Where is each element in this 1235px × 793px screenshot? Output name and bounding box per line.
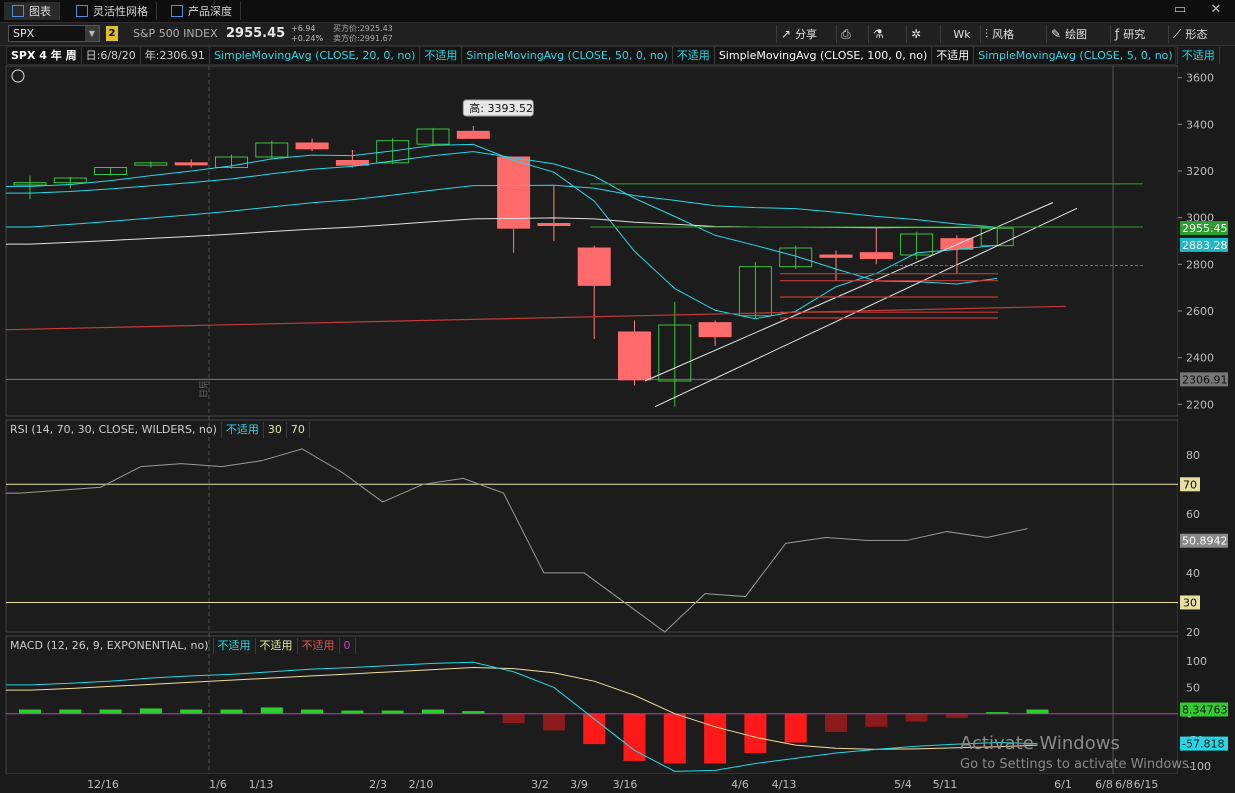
macd-histogram-bar — [301, 709, 324, 714]
macd-value-flag-2-text: -57.818 — [1182, 738, 1224, 751]
rsi-tick-label: 40 — [1186, 567, 1200, 580]
candle-body — [940, 238, 974, 250]
date-label: 6/8 — [1095, 778, 1113, 791]
price-tick-label: 3400 — [1186, 118, 1214, 131]
macd-histogram-bar — [865, 713, 888, 727]
panel-bg-0 — [5, 65, 1179, 417]
macd-histogram-bar — [502, 713, 525, 724]
date-label: 2/3 — [369, 778, 387, 791]
rsi-70-flag-text: 70 — [1183, 478, 1197, 491]
macd-histogram-bar — [905, 713, 928, 722]
date-label: 3/9 — [570, 778, 588, 791]
rsi-os: 30 — [264, 422, 287, 438]
price-axis-flag-text: 2955.45 — [1182, 222, 1228, 235]
candle-body — [819, 254, 853, 258]
date-label: 4/6 — [731, 778, 749, 791]
panel-bg-1 — [5, 419, 1179, 633]
price-tick-label: 3600 — [1186, 72, 1214, 85]
macd-na2: 不适用 — [256, 638, 298, 654]
macd-histogram-bar — [542, 713, 565, 731]
date-label: 1/6 — [209, 778, 227, 791]
date-label: 2/10 — [409, 778, 434, 791]
rsi-tick-label: 60 — [1186, 508, 1200, 521]
macd-histogram-bar — [583, 713, 606, 745]
macd-legend: MACD (12, 26, 9, EXPONENTIAL, no) 不适用 不适… — [6, 638, 356, 654]
macd-histogram-bar — [945, 713, 968, 718]
date-label: 5/11 — [933, 778, 958, 791]
date-label: 4/13 — [772, 778, 797, 791]
date-label: 3/16 — [613, 778, 638, 791]
macd-tick-label: 50 — [1186, 681, 1200, 694]
macd-tick-label: 100 — [1186, 655, 1207, 668]
macd-histogram-bar — [139, 708, 162, 714]
rsi-ob: 70 — [287, 422, 310, 438]
date-label: 12/16 — [87, 778, 119, 791]
macd-histogram-bar — [784, 713, 807, 743]
rsi-label[interactable]: RSI (14, 70, 30, CLOSE, WILDERS, no) — [6, 422, 222, 438]
rsi-30-flag-text: 30 — [1183, 596, 1197, 609]
price-axis-flag-text: 2883.28 — [1182, 239, 1228, 252]
macd-label[interactable]: MACD (12, 26, 9, EXPONENTIAL, no) — [6, 638, 214, 654]
macd-na1: 不适用 — [214, 638, 256, 654]
rsi-na: 不适用 — [222, 422, 264, 438]
candle-body — [618, 331, 651, 381]
macd-value-flag-1-text: 8.34763 — [1182, 703, 1228, 716]
macd-histogram-bar — [99, 709, 122, 714]
macd-histogram-bar — [260, 707, 283, 714]
side-label: 当日 — [197, 380, 209, 398]
price-tick-label: 2800 — [1186, 258, 1214, 271]
date-label: 6/8 — [1115, 778, 1133, 791]
price-tick-label: 2200 — [1186, 398, 1214, 411]
high-callout-text: 高: 3393.52 — [469, 101, 533, 115]
macd-histogram-bar — [1026, 709, 1049, 714]
candle-body — [577, 247, 611, 286]
macd-histogram-bar — [220, 709, 243, 714]
macd-histogram-bar — [663, 713, 686, 764]
macd-histogram-bar — [825, 713, 847, 733]
macd-histogram-bar — [19, 709, 41, 714]
macd-histogram-bar — [704, 713, 727, 764]
date-label: 1/13 — [249, 778, 274, 791]
price-tick-label: 2600 — [1186, 305, 1214, 318]
date-label: 6/15 — [1134, 778, 1159, 791]
chart-canvas[interactable]: 高: 3393.52 36003400320030002800260024002… — [0, 0, 1235, 793]
macd-zero: 0 — [340, 638, 356, 654]
activate-windows-sub: Go to Settings to activate Windows. — [960, 757, 1193, 772]
candle-body — [295, 142, 329, 150]
macd-na3: 不适用 — [298, 638, 340, 654]
macd-histogram-bar — [422, 709, 444, 714]
candle-body — [456, 130, 490, 139]
macd-histogram-bar — [744, 713, 767, 754]
price-axis-flag-text: 2306.91 — [1182, 373, 1228, 386]
rsi-tick-label: 80 — [1186, 449, 1200, 462]
candle-body — [174, 162, 208, 166]
price-tick-label: 3200 — [1186, 165, 1214, 178]
rsi-tick-label: 20 — [1186, 626, 1200, 639]
candle-body — [537, 223, 571, 226]
date-label: 6/1 — [1054, 778, 1072, 791]
macd-histogram-bar — [180, 709, 203, 714]
activate-windows-title: Activate Windows — [960, 733, 1120, 754]
rsi-value-flag-text: 50.8942 — [1182, 535, 1228, 548]
macd-histogram-bar — [59, 709, 82, 714]
price-tick-label: 2400 — [1186, 352, 1214, 365]
candle-body — [497, 156, 531, 229]
macd-histogram-bar — [623, 713, 646, 761]
date-label: 3/2 — [531, 778, 549, 791]
rsi-legend: RSI (14, 70, 30, CLOSE, WILDERS, no) 不适用… — [6, 422, 310, 438]
candle-body — [859, 252, 893, 260]
date-label: 5/4 — [894, 778, 912, 791]
candle-body — [698, 322, 732, 338]
